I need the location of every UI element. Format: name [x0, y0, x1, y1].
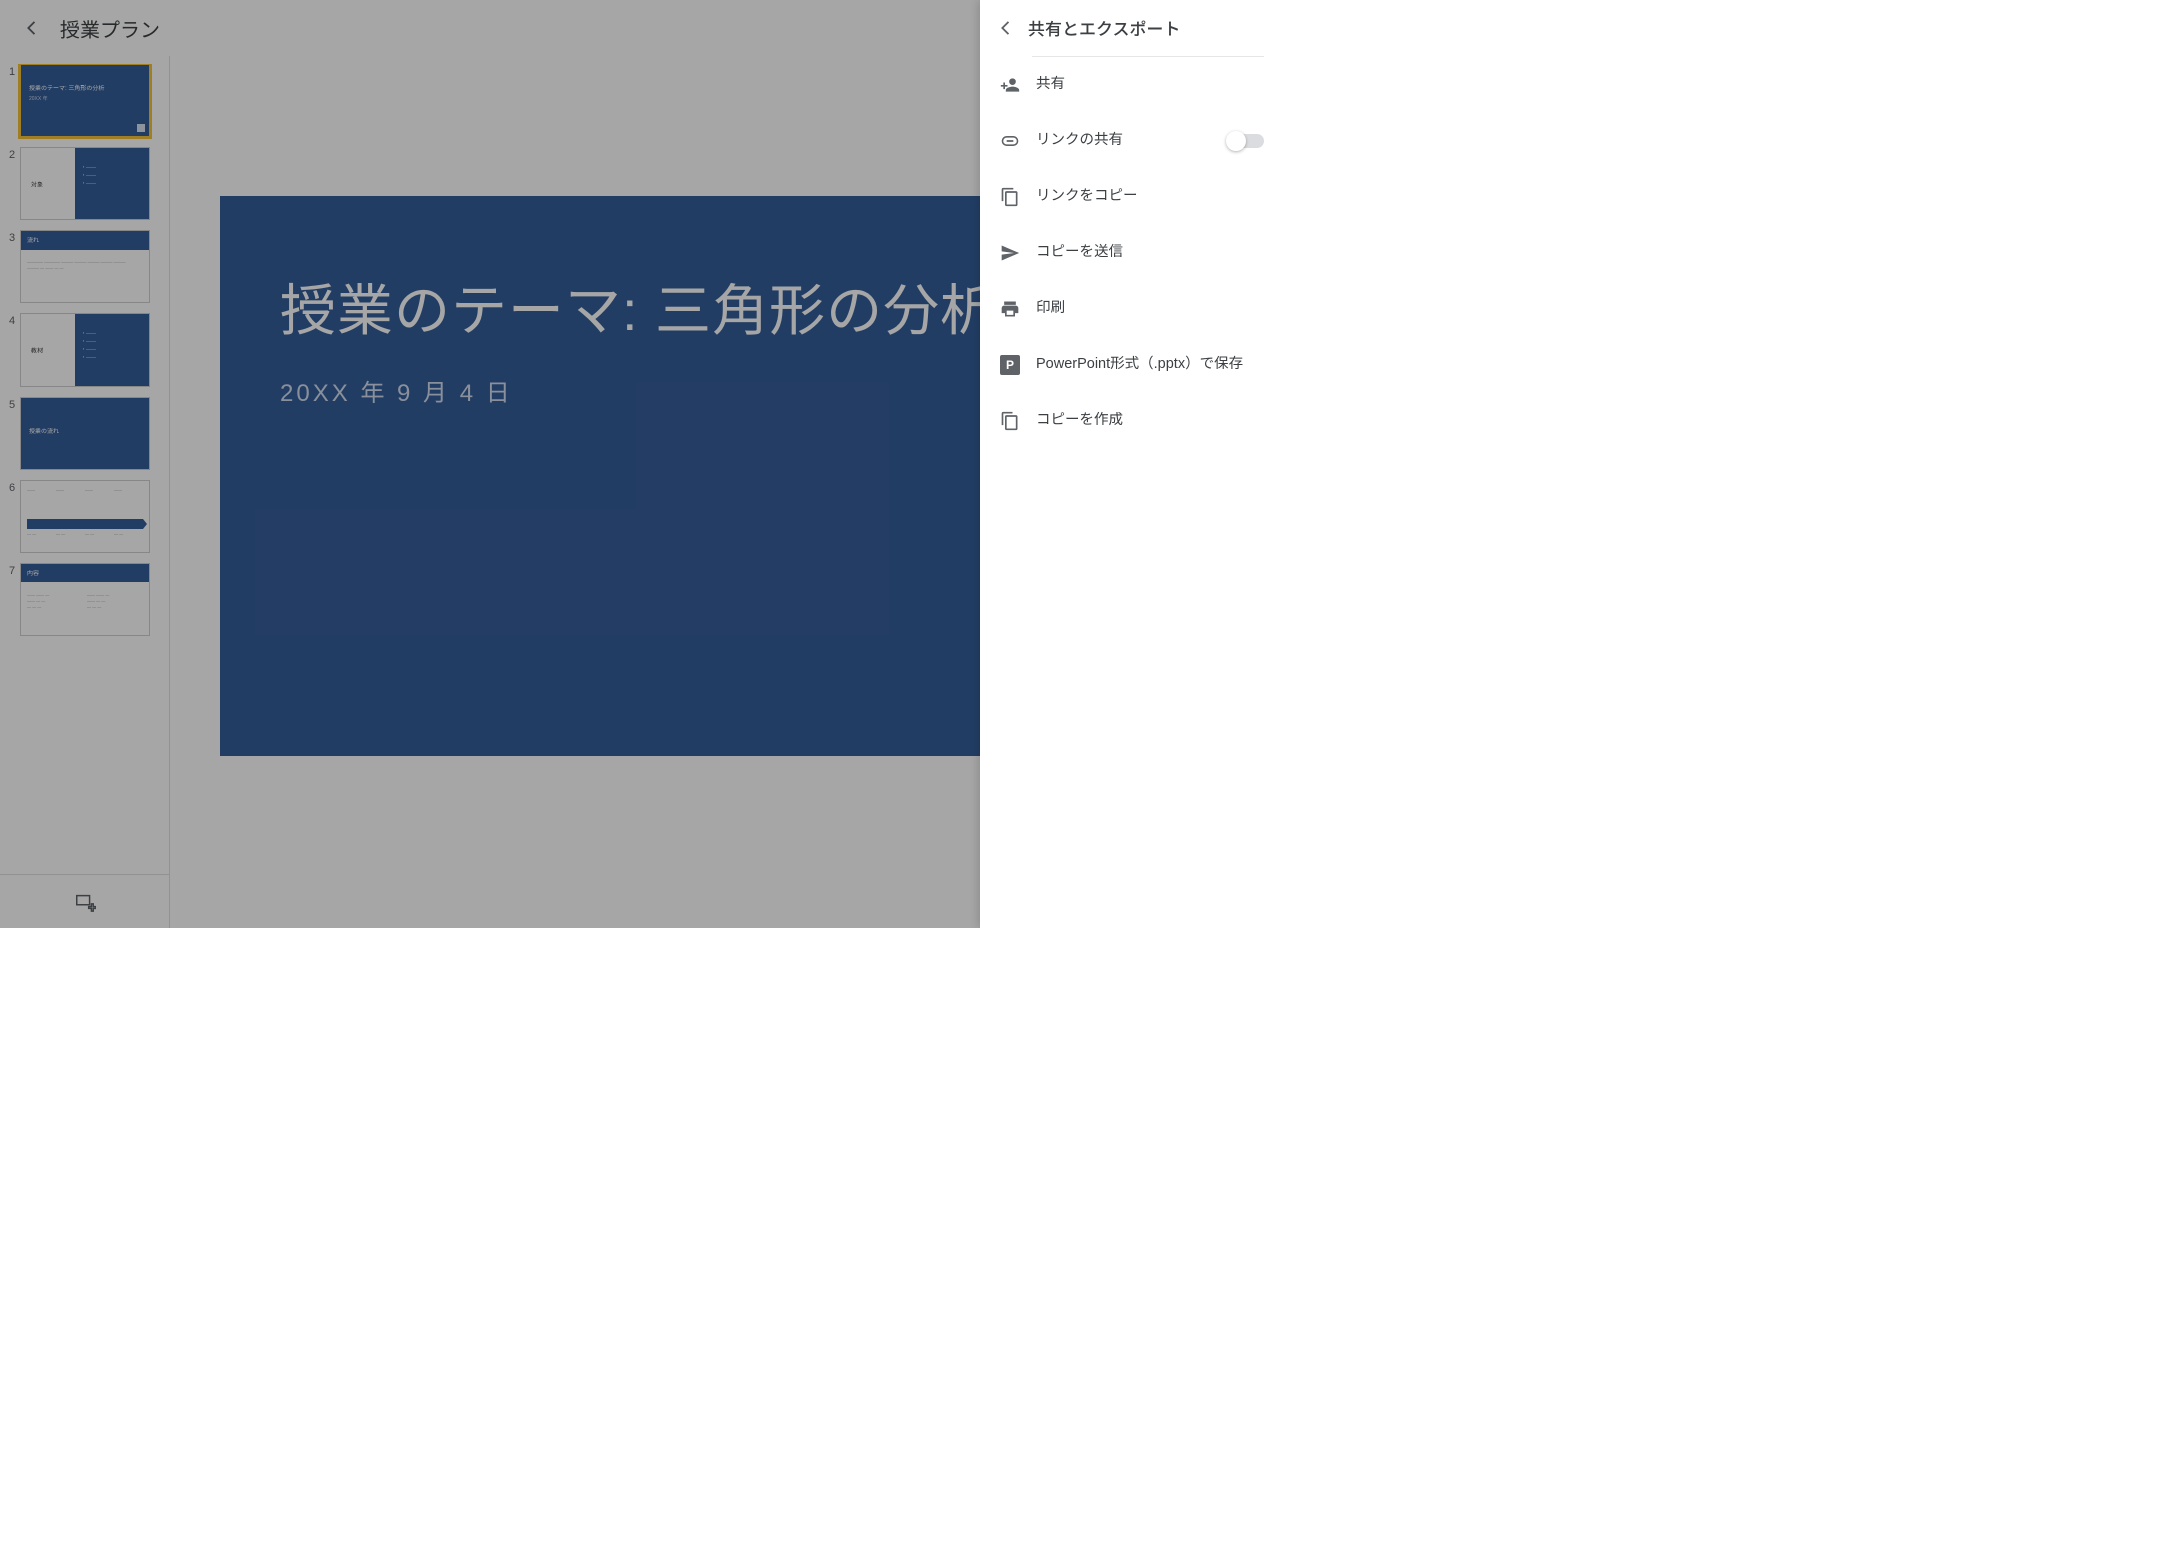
- chevron-left-icon: [995, 17, 1017, 39]
- panel-header: 共有とエクスポート: [980, 0, 1280, 56]
- menu-copy-link[interactable]: リンクをコピー: [980, 169, 1280, 225]
- menu-link-sharing[interactable]: リンクの共有: [980, 113, 1280, 169]
- panel-title: 共有とエクスポート: [1028, 15, 1181, 40]
- print-icon: [1000, 299, 1020, 319]
- menu-make-copy[interactable]: コピーを作成: [980, 393, 1280, 449]
- person-add-icon: [1000, 75, 1020, 95]
- app-root: 授業プラン 1 授業のテーマ: 三角形の分析 20XX 年: [0, 0, 1280, 928]
- menu-label: 印刷: [1036, 299, 1264, 319]
- toggle-knob: [1226, 131, 1246, 151]
- powerpoint-badge-icon: P: [1000, 355, 1020, 375]
- link-icon: [1000, 131, 1020, 151]
- menu-label: リンクをコピー: [1036, 187, 1264, 207]
- file-copy-icon: [1000, 411, 1020, 431]
- menu-label: コピーを送信: [1036, 243, 1264, 263]
- menu-label: 共有: [1036, 75, 1264, 95]
- menu-label: PowerPoint形式（.pptx）で保存: [1036, 355, 1264, 375]
- menu-save-pptx[interactable]: P PowerPoint形式（.pptx）で保存: [980, 337, 1280, 393]
- share-export-panel: 共有とエクスポート 共有 リンクの共有 リンクをコピー コピーを送信 印刷 P …: [980, 0, 1280, 928]
- menu-print[interactable]: 印刷: [980, 281, 1280, 337]
- send-icon: [1000, 243, 1020, 263]
- panel-back-button[interactable]: [984, 6, 1028, 50]
- menu-label: コピーを作成: [1036, 411, 1264, 431]
- menu-share[interactable]: 共有: [980, 57, 1280, 113]
- link-sharing-toggle[interactable]: [1228, 134, 1264, 148]
- copy-icon: [1000, 187, 1020, 207]
- menu-label: リンクの共有: [1036, 131, 1228, 151]
- menu-send-copy[interactable]: コピーを送信: [980, 225, 1280, 281]
